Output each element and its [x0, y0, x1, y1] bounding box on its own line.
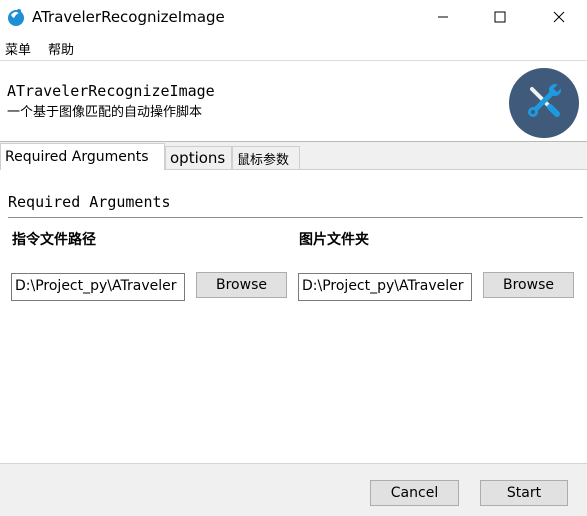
tab-options[interactable]: options [165, 146, 232, 169]
droplet-app-icon [6, 7, 26, 27]
browse-image-folder-button[interactable]: Browse [483, 272, 574, 298]
close-button[interactable] [536, 0, 582, 34]
image-folder-label: 图片文件夹 [299, 232, 369, 248]
maximize-icon [494, 8, 506, 27]
tab-required-arguments[interactable]: Required Arguments [0, 143, 165, 170]
section-divider [8, 217, 583, 218]
close-icon [553, 8, 565, 27]
tab-strip: Required Arguments options 鼠标参数 [0, 142, 587, 170]
start-button[interactable]: Start [480, 480, 568, 506]
image-folder-input[interactable]: D:\Project_py\ATraveler [298, 273, 472, 301]
cancel-button[interactable]: Cancel [370, 480, 459, 506]
window-title: ATravelerRecognizeImage [32, 8, 225, 26]
minimize-icon [437, 8, 449, 27]
minimize-button[interactable] [420, 0, 466, 34]
tab-content: Required Arguments 指令文件路径 图片文件夹 D:\Proje… [0, 169, 587, 463]
command-file-path-input[interactable]: D:\Project_py\ATraveler [11, 273, 185, 301]
maximize-button[interactable] [477, 0, 523, 34]
menu-item-help[interactable]: 帮助 [48, 39, 74, 58]
menu-bar: 菜单 帮助 [0, 37, 587, 59]
header-title: ATravelerRecognizeImage [7, 82, 215, 100]
app-window: ATravelerRecognizeImage 菜单 帮助 ATravelerR… [0, 0, 587, 516]
menu-item-menu[interactable]: 菜单 [5, 39, 31, 58]
tab-mouse-params[interactable]: 鼠标参数 [232, 146, 300, 169]
tools-wrench-screwdriver-icon [524, 81, 564, 125]
section-title: Required Arguments [8, 193, 171, 211]
browse-command-file-button[interactable]: Browse [196, 272, 287, 298]
command-file-path-label: 指令文件路径 [12, 232, 96, 248]
title-bar[interactable]: ATravelerRecognizeImage [0, 0, 587, 36]
footer-bar: Cancel Start [0, 463, 587, 516]
header-logo [509, 68, 579, 138]
app-header: ATravelerRecognizeImage 一个基于图像匹配的自动操作脚本 [0, 60, 587, 142]
header-subtitle: 一个基于图像匹配的自动操作脚本 [7, 105, 203, 120]
